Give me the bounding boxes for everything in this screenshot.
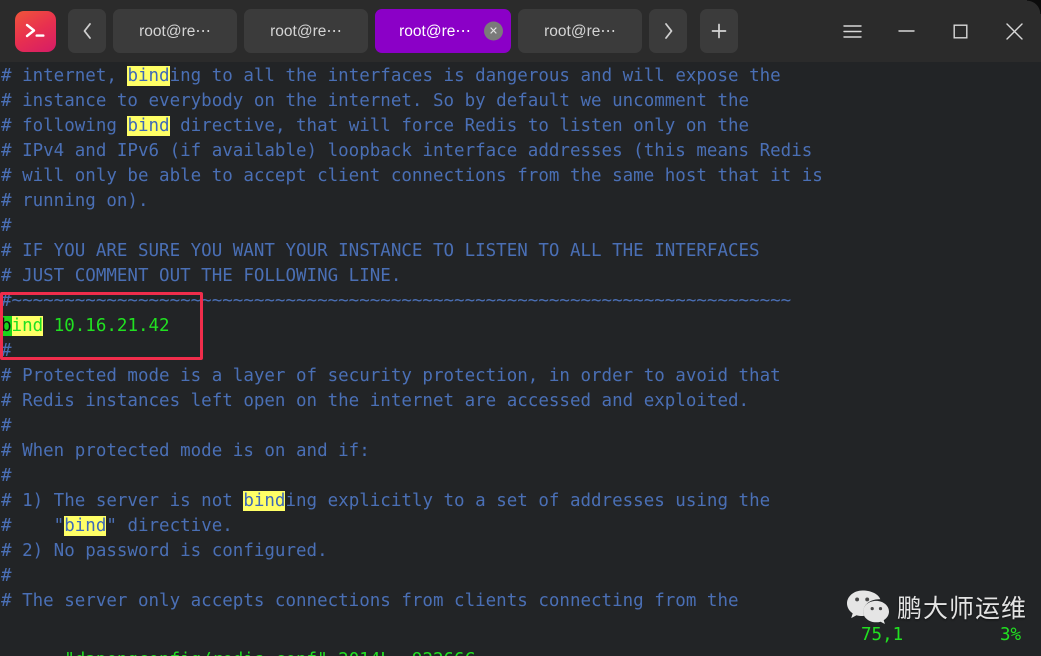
- terminal-line: #: [0, 339, 1041, 364]
- terminal-text: # 2) No password is configured.: [1, 541, 328, 561]
- terminal-line: # The server only accepts connections fr…: [0, 589, 1041, 614]
- vim-status-line: "dapengconfig/redis.conf" 2014L, 92266C …: [0, 623, 1041, 656]
- hamburger-menu-icon[interactable]: [825, 0, 879, 62]
- terminal-text: # Redis instances left open on the inter…: [1, 391, 750, 411]
- next-tab-button[interactable]: [649, 9, 687, 53]
- terminal-text-area: # internet, binding to all the interface…: [0, 62, 1041, 614]
- terminal-prompt-icon: [15, 10, 56, 52]
- close-icon[interactable]: [987, 0, 1041, 62]
- terminal-line: # IF YOU ARE SURE YOU WANT YOUR INSTANCE…: [0, 239, 1041, 264]
- terminal-line: # will only be able to accept client con…: [0, 164, 1041, 189]
- terminal-line: #~~~~~~~~~~~~~~~~~~~~~~~~~~~~~~~~~~~~~~~…: [0, 289, 1041, 314]
- terminal-text: # 1) The server is not: [1, 491, 244, 511]
- search-match-highlight: ind: [11, 316, 44, 336]
- new-tab-button[interactable]: [700, 9, 738, 53]
- terminal-line: #: [0, 414, 1041, 439]
- terminal-text: # IPv4 and IPv6 (if available) loopback …: [1, 141, 813, 161]
- terminal-line: # running on).: [0, 189, 1041, 214]
- previous-tab-button[interactable]: [68, 9, 106, 53]
- terminal-body[interactable]: # internet, binding to all the interface…: [0, 62, 1041, 656]
- terminal-line: #: [0, 464, 1041, 489]
- tab-3-active[interactable]: root@re⋯ ✕: [375, 9, 511, 53]
- terminal-text: # ": [1, 516, 65, 536]
- terminal-line: # following bind directive, that will fo…: [0, 114, 1041, 139]
- terminal-text: # When protected mode is on and if:: [1, 441, 370, 461]
- terminal-text: # JUST COMMENT OUT THE FOLLOWING LINE.: [1, 266, 402, 286]
- search-match-highlight: bind: [243, 491, 286, 511]
- terminal-line: # instance to everybody on the internet.…: [0, 89, 1041, 114]
- minimize-icon[interactable]: [879, 0, 933, 62]
- terminal-line: # Redis instances left open on the inter…: [0, 389, 1041, 414]
- search-match-highlight: bind: [127, 66, 170, 86]
- terminal-text: # will only be able to accept client con…: [1, 166, 823, 186]
- terminal-text: #: [1, 341, 12, 361]
- terminal-text: ing to all the interfaces is dangerous a…: [169, 66, 781, 86]
- terminal-line: # 2) No password is configured.: [0, 539, 1041, 564]
- terminal-text: ing explicitly to a set of addresses usi…: [285, 491, 771, 511]
- tab-close-icon[interactable]: ✕: [484, 21, 503, 41]
- tab-4[interactable]: root@re⋯: [518, 9, 642, 53]
- status-cursor-position: 75,1: [861, 625, 904, 645]
- terminal-text: #: [1, 466, 12, 486]
- maximize-icon[interactable]: [933, 0, 987, 62]
- search-match-highlight: bind: [127, 116, 170, 136]
- terminal-text: #: [1, 416, 12, 436]
- terminal-line: #: [0, 564, 1041, 589]
- terminal-window: root@re⋯ root@re⋯ root@re⋯ ✕ root@re⋯ # …: [0, 0, 1041, 656]
- window-controls: [825, 0, 1041, 62]
- terminal-text: # running on).: [1, 191, 149, 211]
- terminal-line: # JUST COMMENT OUT THE FOLLOWING LINE.: [0, 264, 1041, 289]
- terminal-text: directive, that will force Redis to list…: [169, 116, 750, 136]
- terminal-line: # "bind" directive.: [0, 514, 1041, 539]
- terminal-text: #: [1, 566, 12, 586]
- terminal-text: # instance to everybody on the internet.…: [1, 91, 750, 111]
- tab-1[interactable]: root@re⋯: [113, 9, 237, 53]
- title-bar: root@re⋯ root@re⋯ root@re⋯ ✕ root@re⋯: [0, 0, 1041, 62]
- terminal-line: # When protected mode is on and if:: [0, 439, 1041, 464]
- tab-2[interactable]: root@re⋯: [244, 9, 368, 53]
- tab-label: root@re⋯: [399, 22, 471, 40]
- terminal-text: 10.16.21.42: [43, 316, 170, 336]
- terminal-line: # 1) The server is not binding explicitl…: [0, 489, 1041, 514]
- tab-label: root@re⋯: [270, 22, 342, 40]
- terminal-text: # Protected mode is a layer of security …: [1, 366, 781, 386]
- status-file-info: "dapengconfig/redis.conf" 2014L, 92266C: [64, 650, 475, 656]
- terminal-text: #~~~~~~~~~~~~~~~~~~~~~~~~~~~~~~~~~~~~~~~…: [1, 291, 792, 311]
- status-scroll-percent: 3%: [1000, 625, 1022, 645]
- terminal-text: # The server only accepts connections fr…: [1, 591, 739, 611]
- tab-label: root@re⋯: [544, 22, 616, 40]
- terminal-line: bind 10.16.21.42: [0, 314, 1041, 339]
- terminal-text: # internet,: [1, 66, 128, 86]
- terminal-line: # Protected mode is a layer of security …: [0, 364, 1041, 389]
- terminal-line: #: [0, 214, 1041, 239]
- search-match-highlight: bind: [64, 516, 107, 536]
- tab-label: root@re⋯: [139, 22, 211, 40]
- terminal-cursor: b: [1, 316, 12, 336]
- terminal-line: # internet, binding to all the interface…: [0, 64, 1041, 89]
- terminal-text: " directive.: [106, 516, 233, 536]
- terminal-text: # following: [1, 116, 128, 136]
- terminal-text: #: [1, 216, 12, 236]
- terminal-text: # IF YOU ARE SURE YOU WANT YOUR INSTANCE…: [1, 241, 760, 261]
- terminal-line: # IPv4 and IPv6 (if available) loopback …: [0, 139, 1041, 164]
